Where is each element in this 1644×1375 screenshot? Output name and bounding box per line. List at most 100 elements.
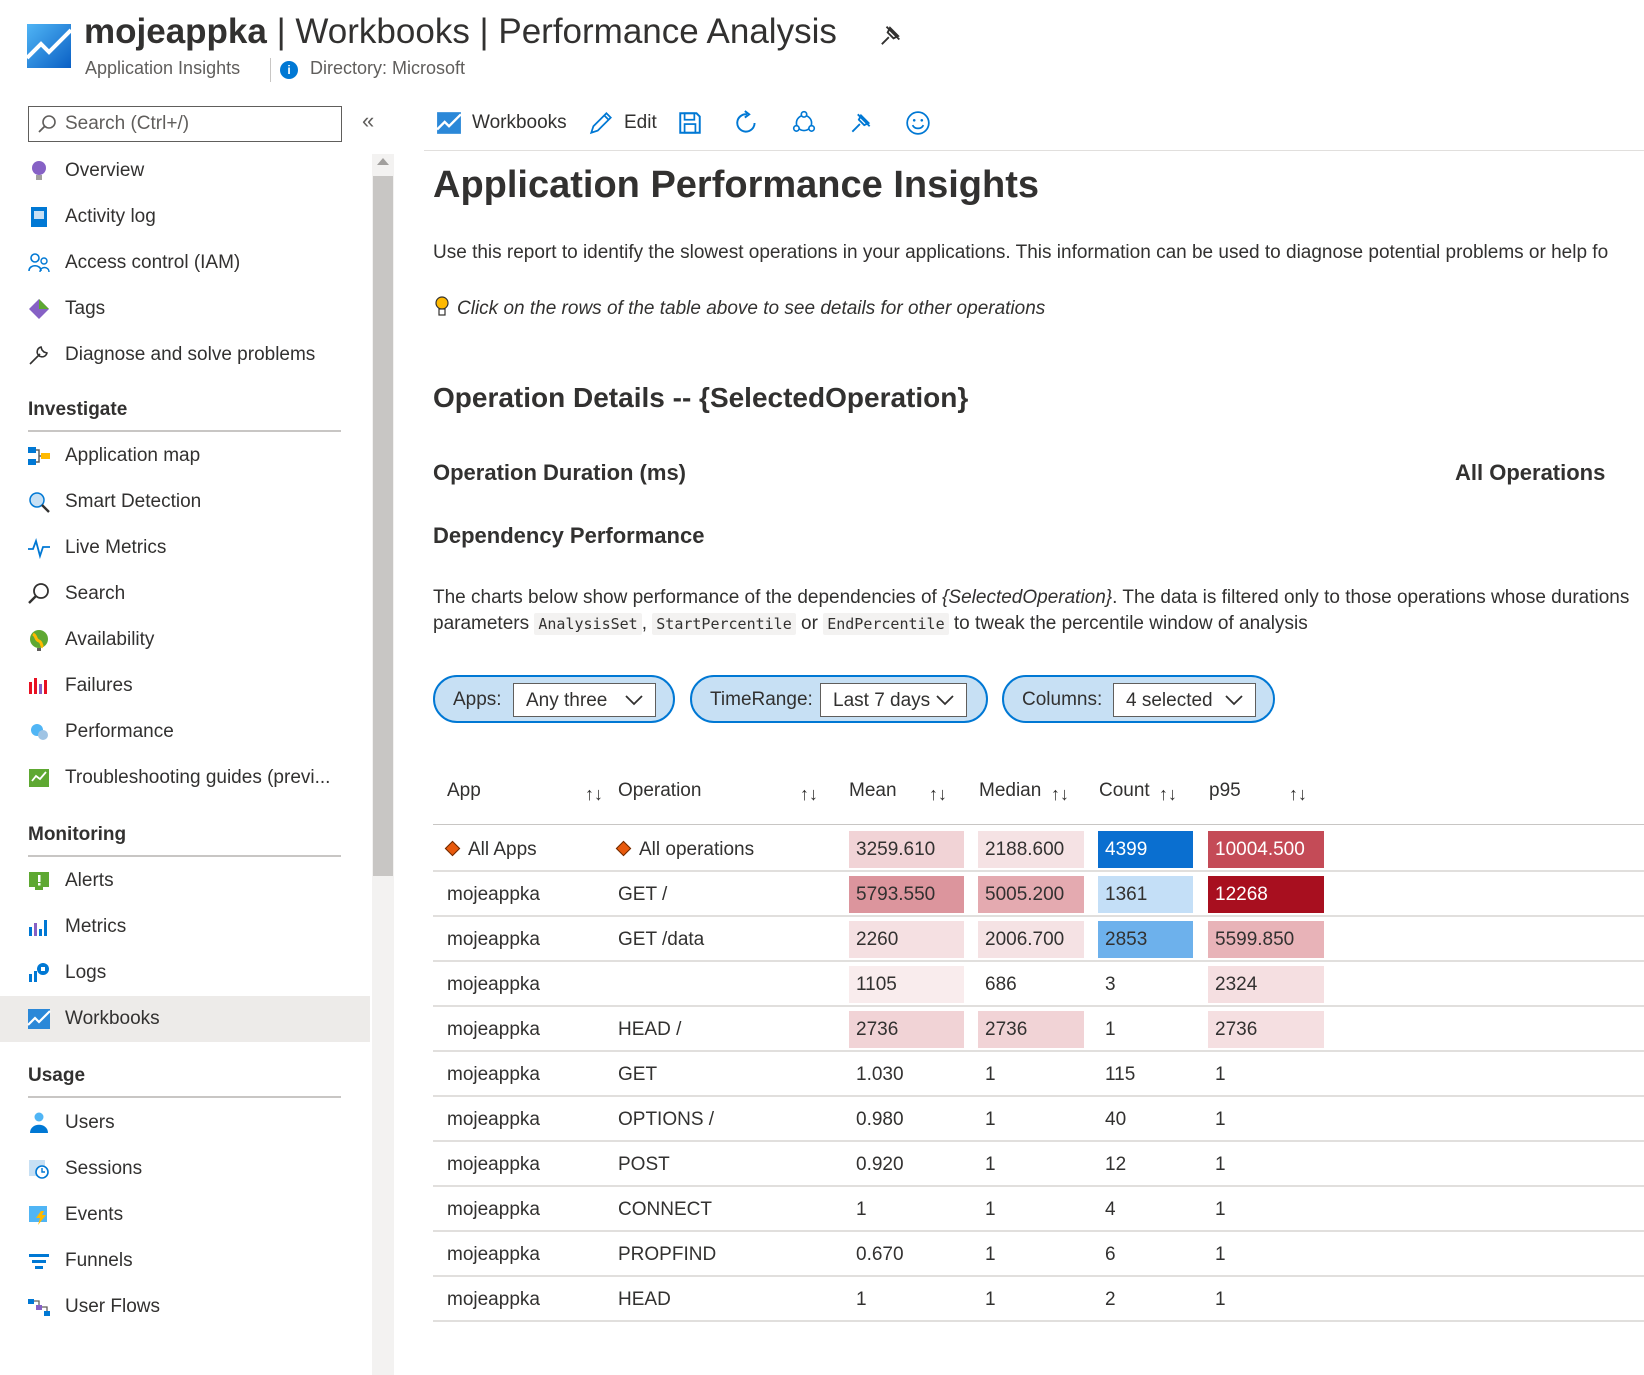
cell-count: 1361 <box>1098 876 1193 913</box>
column-header-mean[interactable]: Mean ↑↓ <box>849 780 964 820</box>
cell-app: mojeappka <box>447 1109 540 1130</box>
param-endpercentile: EndPercentile <box>823 613 949 635</box>
user-icon <box>30 1112 48 1133</box>
sort-icon[interactable]: ↑↓ <box>585 784 603 805</box>
column-header-operation[interactable]: Operation ↑↓ <box>618 780 833 820</box>
smiley-icon <box>906 111 930 135</box>
cell-operation: GET / <box>618 884 668 905</box>
cell-median: 2006.700 <box>978 921 1084 958</box>
sidebar-item-metrics[interactable]: Metrics <box>0 904 370 950</box>
sidebar: Search (Ctrl+/) « Overview Activity log … <box>0 96 395 1375</box>
sort-icon[interactable]: ↑↓ <box>929 784 947 805</box>
save-icon <box>679 112 701 134</box>
feedback-button[interactable] <box>905 104 931 142</box>
pin-button[interactable] <box>848 104 874 142</box>
sidebar-item-live-metrics[interactable]: Live Metrics <box>0 525 370 571</box>
table-row[interactable]: All Apps All operations 3259.610 2188.600 43… <box>433 827 1644 872</box>
column-header-p95[interactable]: p95 ↑↓ <box>1209 780 1329 820</box>
sort-icon[interactable]: ↑↓ <box>1159 784 1177 805</box>
cell-mean: 5793.550 <box>849 876 964 913</box>
cell-p95: 2324 <box>1208 966 1324 1003</box>
table-row[interactable]: mojeappka POST 0.920 1 12 1 <box>433 1142 1644 1187</box>
diamond-icon[interactable] <box>615 840 632 857</box>
cell-median: 1 <box>985 1154 996 1175</box>
sidebar-item-activity-log[interactable]: Activity log <box>0 194 370 240</box>
cell-count: 2853 <box>1098 921 1193 958</box>
search-icon <box>28 583 49 604</box>
cell-count: 3 <box>1105 974 1116 995</box>
column-header-count[interactable]: Count ↑↓ <box>1099 780 1204 820</box>
apps-filter: Apps: Any three <box>433 675 675 723</box>
workbooks-button[interactable]: Workbooks <box>436 104 567 142</box>
sidebar-item-sessions[interactable]: Sessions <box>0 1146 370 1192</box>
cell-mean: 2260 <box>849 921 964 958</box>
sidebar-item-diagnose[interactable]: Diagnose and solve problems <box>0 332 370 378</box>
pencil-icon <box>589 112 612 135</box>
cell-p95: 1 <box>1215 1064 1226 1085</box>
column-header-median[interactable]: Median ↑↓ <box>979 780 1089 820</box>
sidebar-item-tags[interactable]: Tags <box>0 286 370 332</box>
sidebar-item-search[interactable]: Search <box>0 571 370 617</box>
workbook-content: Application Performance Insights Use thi… <box>431 150 1644 1375</box>
workbook-title: Application Performance Insights <box>433 164 1039 206</box>
refresh-button[interactable] <box>734 104 760 142</box>
sidebar-item-funnels[interactable]: Funnels <box>0 1238 370 1284</box>
cell-median: 1 <box>985 1109 996 1130</box>
cell-median: 1 <box>985 1199 996 1220</box>
collapse-sidebar-button[interactable]: « <box>362 108 374 134</box>
table-row[interactable]: mojeappka HEAD / 2736 2736 1 2736 <box>433 1007 1644 1052</box>
column-header-app[interactable]: App ↑↓ <box>447 780 607 820</box>
diamond-icon[interactable] <box>444 840 461 857</box>
divider <box>270 58 271 82</box>
cell-p95: 10004.500 <box>1208 831 1324 868</box>
table-row[interactable]: mojeappka GET /data 2260 2006.700 2853 5599.8… <box>433 917 1644 962</box>
sidebar-item-overview[interactable]: Overview <box>0 148 370 194</box>
sidebar-item-logs[interactable]: Logs <box>0 950 370 996</box>
timerange-dropdown[interactable]: Last 7 days <box>820 683 967 717</box>
sidebar-item-alerts[interactable]: Alerts <box>0 858 370 904</box>
chevron-down-icon <box>1225 695 1243 706</box>
apps-dropdown[interactable]: Any three <box>513 683 656 717</box>
refresh-icon <box>736 110 756 133</box>
sidebar-item-user-flows[interactable]: User Flows <box>0 1284 370 1330</box>
timerange-filter: TimeRange: Last 7 days <box>690 675 988 723</box>
share-button[interactable] <box>791 104 817 142</box>
sidebar-item-application-map[interactable]: Application map <box>0 433 370 479</box>
cell-median: 1 <box>985 1064 996 1085</box>
sidebar-item-failures[interactable]: Failures <box>0 663 370 709</box>
sort-icon[interactable]: ↑↓ <box>1289 784 1307 805</box>
columns-dropdown[interactable]: 4 selected <box>1113 683 1256 717</box>
cell-median: 5005.200 <box>978 876 1084 913</box>
scroll-up-arrow-icon[interactable] <box>377 158 389 165</box>
table-row[interactable]: mojeappka 1105 686 3 2324 <box>433 962 1644 1007</box>
cell-p95: 12268 <box>1208 876 1324 913</box>
cell-operation: All operations <box>604 831 834 868</box>
table-row[interactable]: mojeappka PROPFIND 0.670 1 6 1 <box>433 1232 1644 1277</box>
table-row[interactable]: mojeappka GET / 5793.550 5005.200 1361 12268 <box>433 872 1644 917</box>
table-row[interactable]: mojeappka CONNECT 1 1 4 1 <box>433 1187 1644 1232</box>
sidebar-item-events[interactable]: Events <box>0 1192 370 1238</box>
sidebar-item-users[interactable]: Users <box>0 1100 370 1146</box>
table-row[interactable]: mojeappka GET 1.030 1 115 1 <box>433 1052 1644 1097</box>
sort-icon[interactable]: ↑↓ <box>1051 784 1069 805</box>
table-row[interactable]: mojeappka HEAD 1 1 2 1 <box>433 1277 1644 1322</box>
save-button[interactable] <box>677 104 703 142</box>
cell-app: mojeappka <box>447 1064 540 1085</box>
sidebar-search-input[interactable]: Search (Ctrl+/) <box>28 106 342 142</box>
sidebar-item-smart-detection[interactable]: Smart Detection <box>0 479 370 525</box>
sidebar-item-workbooks[interactable]: Workbooks <box>0 996 370 1042</box>
cell-mean: 1 <box>856 1289 867 1310</box>
table-row[interactable]: mojeappka OPTIONS / 0.980 1 40 1 <box>433 1097 1644 1142</box>
directory-label: Directory: Microsoft <box>310 58 466 78</box>
cell-p95: 1 <box>1215 1109 1226 1130</box>
edit-button[interactable]: Edit <box>588 104 657 142</box>
sidebar-item-performance[interactable]: Performance <box>0 709 370 755</box>
search-icon <box>38 115 56 133</box>
pulse-icon <box>28 538 50 560</box>
sidebar-item-troubleshooting-guides[interactable]: Troubleshooting guides (previ... <box>0 755 370 801</box>
pin-icon[interactable] <box>876 22 904 50</box>
sort-icon[interactable]: ↑↓ <box>800 784 818 805</box>
sidebar-item-access-control[interactable]: Access control (IAM) <box>0 240 370 286</box>
sidebar-item-availability[interactable]: Availability <box>0 617 370 663</box>
scrollbar-thumb[interactable] <box>373 176 393 876</box>
